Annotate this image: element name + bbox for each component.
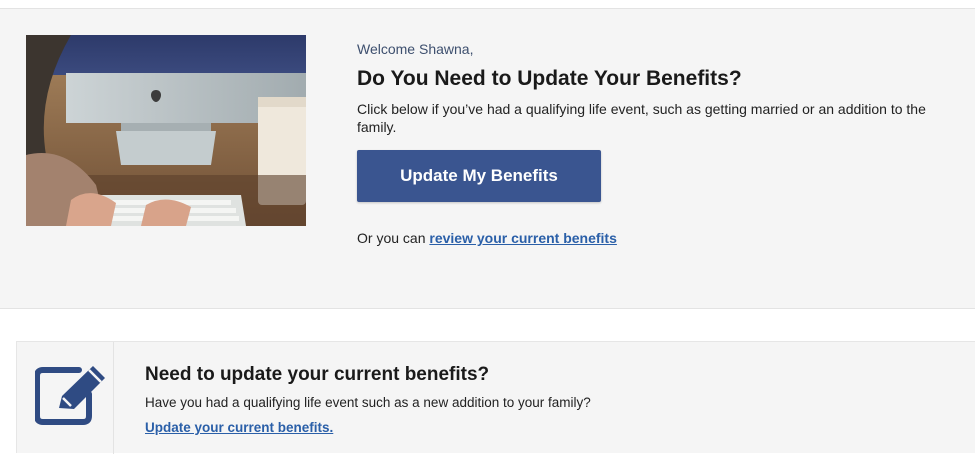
card-title: Need to update your current benefits?	[145, 364, 490, 385]
alternative-action-prefix: Or you can	[357, 230, 430, 246]
alternative-action-line: Or you can review your current benefits	[357, 230, 957, 246]
edit-icon	[34, 364, 111, 428]
card-description: Have you had a qualifying life event suc…	[145, 395, 591, 410]
update-current-benefits-link[interactable]: Update your current benefits.	[145, 420, 333, 435]
card-text-block: Need to update your current benefits? Ha…	[145, 364, 945, 437]
review-current-benefits-link[interactable]: review your current benefits	[429, 230, 617, 246]
hero-text-block: Welcome Shawna, Do You Need to Update Yo…	[357, 41, 957, 246]
hero-description: Click below if you’ve had a qualifying l…	[357, 101, 926, 135]
benefits-hero-panel: Welcome Shawna, Do You Need to Update Yo…	[0, 9, 975, 309]
welcome-message: Welcome Shawna,	[357, 41, 474, 57]
card-divider	[113, 342, 114, 454]
desk-photo	[26, 35, 306, 226]
page-title: Do You Need to Update Your Benefits?	[357, 67, 742, 90]
update-benefits-card: Need to update your current benefits? Ha…	[16, 341, 975, 454]
update-my-benefits-button[interactable]: Update My Benefits	[357, 150, 601, 202]
